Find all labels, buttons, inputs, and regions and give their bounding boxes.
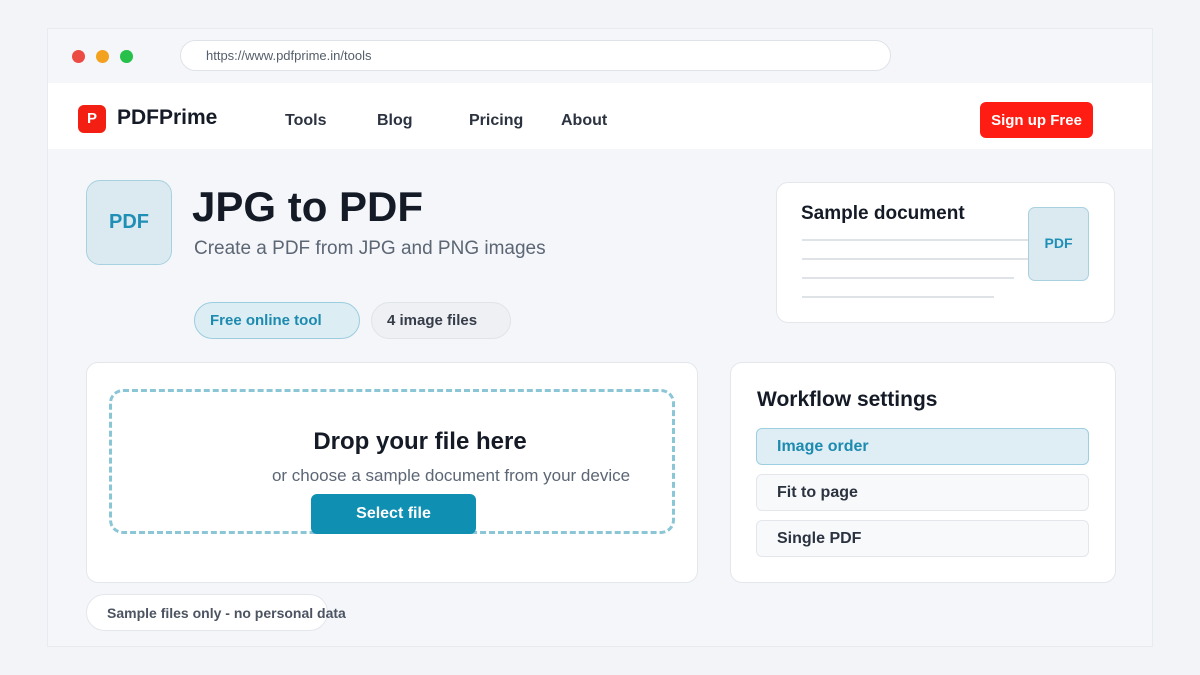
nav-link-blog[interactable]: Blog bbox=[377, 112, 413, 130]
sample-document-card[interactable]: Sample document PDF bbox=[776, 182, 1115, 323]
page-subtitle: Create a PDF from JPG and PNG images bbox=[194, 238, 546, 259]
upload-card: Drop your file here or choose a sample d… bbox=[86, 362, 698, 583]
top-navbar: P PDFPrime Tools Blog Pricing About Sign… bbox=[48, 83, 1152, 149]
setting-fit-to-page[interactable]: Fit to page bbox=[756, 474, 1089, 511]
dropzone-title: Drop your file here bbox=[313, 428, 527, 455]
nav-link-pricing[interactable]: Pricing bbox=[469, 112, 523, 130]
dropzone-subtitle: or choose a sample document from your de… bbox=[271, 466, 631, 485]
maximize-window-icon[interactable] bbox=[120, 50, 133, 63]
file-dropzone[interactable]: Drop your file here or choose a sample d… bbox=[109, 389, 675, 534]
setting-single-pdf[interactable]: Single PDF bbox=[756, 520, 1089, 557]
logo-icon[interactable]: P bbox=[78, 105, 106, 133]
setting-image-order[interactable]: Image order bbox=[756, 428, 1089, 465]
signup-button[interactable]: Sign up Free bbox=[980, 102, 1093, 138]
badge-file-count: 4 image files bbox=[371, 302, 511, 339]
settings-title: Workflow settings bbox=[757, 388, 938, 411]
address-bar[interactable]: https://www.pdfprime.in/tools bbox=[180, 40, 891, 71]
nav-link-tools[interactable]: Tools bbox=[285, 112, 326, 130]
brand-name[interactable]: PDFPrime bbox=[117, 106, 217, 130]
document-line bbox=[802, 296, 994, 298]
nav-link-about[interactable]: About bbox=[561, 112, 607, 130]
browser-window: https://www.pdfprime.in/tools P PDFPrime… bbox=[47, 28, 1153, 647]
close-window-icon[interactable] bbox=[72, 50, 85, 63]
document-line bbox=[802, 277, 1014, 279]
page-title: JPG to PDF bbox=[192, 183, 424, 230]
workflow-settings-card: Workflow settings Image order Fit to pag… bbox=[730, 362, 1116, 583]
select-file-button[interactable]: Select file bbox=[311, 494, 476, 534]
browser-chrome: https://www.pdfprime.in/tools bbox=[48, 29, 1152, 83]
document-line bbox=[802, 258, 1034, 260]
pdf-file-icon: PDF bbox=[1028, 207, 1089, 281]
badge-free-tool: Free online tool bbox=[194, 302, 360, 339]
privacy-note: Sample files only - no personal data bbox=[86, 594, 346, 631]
document-line bbox=[802, 239, 1064, 241]
pdf-file-icon: PDF bbox=[86, 180, 172, 265]
minimize-window-icon[interactable] bbox=[96, 50, 109, 63]
sample-document-title: Sample document bbox=[801, 203, 965, 224]
